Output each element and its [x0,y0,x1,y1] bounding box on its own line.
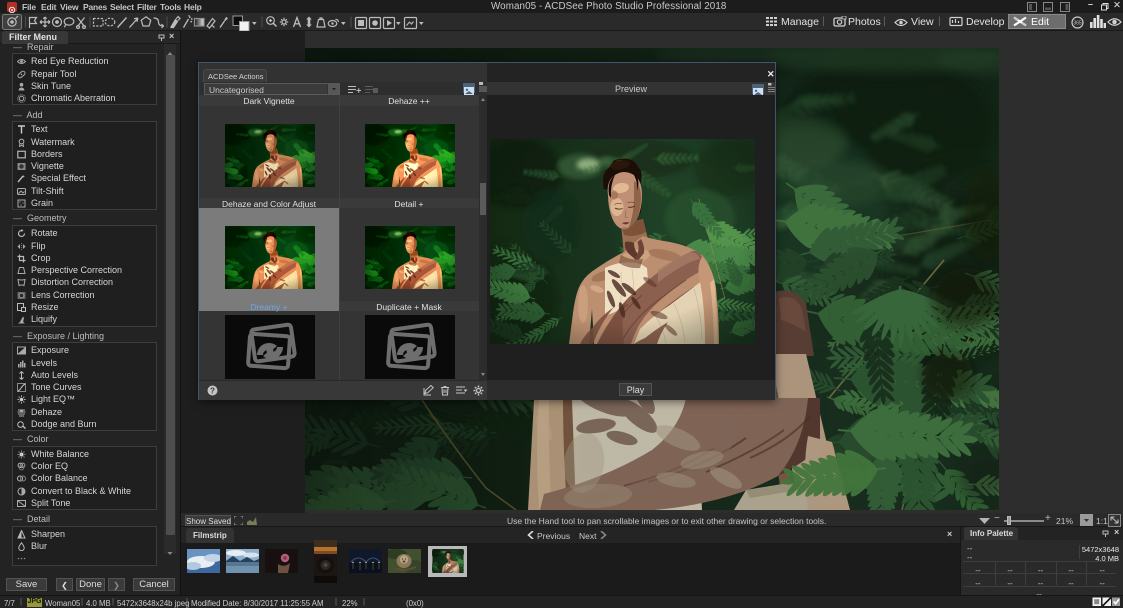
svg-text:?: ? [210,386,215,395]
svg-text:365: 365 [1073,20,1082,26]
